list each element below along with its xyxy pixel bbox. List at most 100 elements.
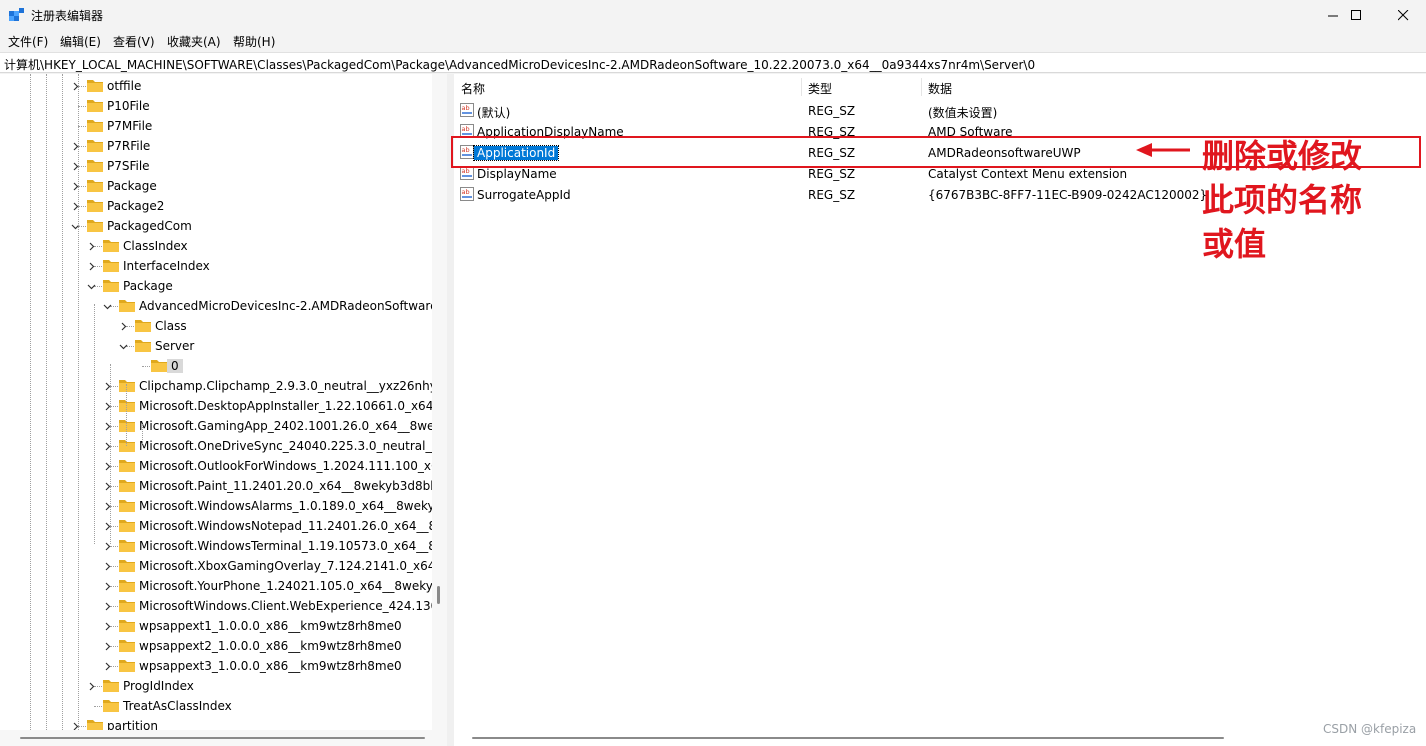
tree-item[interactable]: PackagedCom <box>71 216 447 236</box>
tree-item[interactable]: Class <box>121 316 447 336</box>
chevron-down-icon[interactable] <box>68 219 82 233</box>
menu-view[interactable]: 查看(V) <box>113 33 155 50</box>
chevron-right-icon[interactable] <box>68 179 82 193</box>
menu-favorites[interactable]: 收藏夹(A) <box>167 33 221 50</box>
chevron-right-icon[interactable] <box>68 79 82 93</box>
chevron-right-icon[interactable] <box>84 239 98 253</box>
tree-item-label: Microsoft.YourPhone_1.24021.105.0_x64__8… <box>139 579 447 593</box>
chevron-right-icon[interactable] <box>100 559 114 573</box>
chevron-right-icon[interactable] <box>100 539 114 553</box>
column-separator[interactable] <box>921 78 922 96</box>
tree-item[interactable]: Microsoft.WindowsAlarms_1.0.189.0_x64__8… <box>105 496 447 516</box>
close-icon <box>1397 9 1408 20</box>
tree-guide-line <box>30 74 31 746</box>
folder-icon <box>86 138 104 153</box>
svg-text:ab: ab <box>462 104 470 112</box>
tree-item[interactable]: Microsoft.DesktopAppInstaller_1.22.10661… <box>105 396 447 416</box>
tree-item-label: Package <box>123 279 173 293</box>
chevron-right-icon[interactable] <box>100 599 114 613</box>
chevron-right-icon[interactable] <box>116 319 130 333</box>
chevron-right-icon[interactable] <box>100 419 114 433</box>
chevron-right-icon[interactable] <box>100 579 114 593</box>
tree-item[interactable]: Microsoft.YourPhone_1.24021.105.0_x64__8… <box>105 576 447 596</box>
tree-guide-line <box>62 74 63 746</box>
tree-item[interactable]: TreatAsClassIndex <box>94 696 447 716</box>
chevron-right-icon[interactable] <box>100 459 114 473</box>
folder-icon <box>118 418 136 433</box>
tree-item[interactable]: Microsoft.OutlookForWindows_1.2024.111.1… <box>105 456 447 476</box>
tree-guide-line <box>46 74 47 746</box>
chevron-right-icon[interactable] <box>68 159 82 173</box>
list-horizontal-scroll-thumb[interactable] <box>472 737 1224 739</box>
chevron-right-icon[interactable] <box>100 379 114 393</box>
tree-item-label: otffile <box>107 79 142 93</box>
tree-item[interactable]: Package <box>73 176 447 196</box>
tree-item[interactable]: otffile <box>73 76 447 96</box>
tree-item-label: Microsoft.XboxGamingOverlay_7.124.2141.0… <box>139 559 447 573</box>
tree-item[interactable]: 0 <box>142 356 447 376</box>
pane-splitter[interactable] <box>447 74 454 746</box>
tree-item[interactable]: Microsoft.OneDriveSync_24040.225.3.0_neu… <box>105 436 447 456</box>
title-bar: 注册表编辑器 <box>0 0 1426 30</box>
tree-item[interactable]: Microsoft.GamingApp_2402.1001.26.0_x64__… <box>105 416 447 436</box>
tree-item[interactable]: P10File <box>78 96 447 116</box>
menu-help[interactable]: 帮助(H) <box>233 33 275 50</box>
tree-item[interactable]: MicrosoftWindows.Client.WebExperience_42… <box>105 596 447 616</box>
chevron-right-icon[interactable] <box>100 659 114 673</box>
tree-item-label: Microsoft.Paint_11.2401.20.0_x64__8wekyb… <box>139 479 447 493</box>
chevron-right-icon[interactable] <box>100 399 114 413</box>
chevron-right-icon[interactable] <box>68 199 82 213</box>
folder-icon <box>102 238 120 253</box>
tree-vertical-scroll-thumb[interactable] <box>437 586 440 604</box>
chevron-right-icon[interactable] <box>100 439 114 453</box>
tree-item[interactable]: ProgIdIndex <box>89 676 447 696</box>
chevron-right-icon[interactable] <box>100 519 114 533</box>
tree-item[interactable]: wpsappext1_1.0.0.0_x86__km9wtz8rh8me0 <box>105 616 447 636</box>
tree-item-label: Package <box>107 179 157 193</box>
tree-item[interactable]: Microsoft.WindowsTerminal_1.19.10573.0_x… <box>105 536 447 556</box>
tree-vertical-scrollbar[interactable] <box>432 74 447 730</box>
tree-item[interactable]: wpsappext3_1.0.0.0_x86__km9wtz8rh8me0 <box>105 656 447 676</box>
tree-item[interactable]: P7RFile <box>73 136 447 156</box>
tree-item[interactable]: AdvancedMicroDevicesInc-2.AMDRadeonSoftw… <box>103 296 447 316</box>
folder-icon <box>118 518 136 533</box>
key-tree[interactable]: otffile P10File P7MFile P7RFile P7SFile Packa… <box>0 74 447 746</box>
folder-icon <box>102 258 120 273</box>
tree-item[interactable]: wpsappext2_1.0.0.0_x86__km9wtz8rh8me0 <box>105 636 447 656</box>
chevron-right-icon[interactable] <box>100 479 114 493</box>
tree-item[interactable]: Package <box>87 276 447 296</box>
tree-item[interactable]: Server <box>119 336 447 356</box>
folder-icon <box>118 438 136 453</box>
menu-file[interactable]: 文件(F) <box>8 33 48 50</box>
chevron-right-icon[interactable] <box>100 639 114 653</box>
chevron-right-icon[interactable] <box>84 679 98 693</box>
chevron-right-icon[interactable] <box>68 139 82 153</box>
tree-item[interactable]: Microsoft.Paint_11.2401.20.0_x64__8wekyb… <box>105 476 447 496</box>
tree-item[interactable]: Microsoft.XboxGamingOverlay_7.124.2141.0… <box>105 556 447 576</box>
address-bar[interactable]: 计算机\HKEY_LOCAL_MACHINE\SOFTWARE\Classes\… <box>0 52 1426 73</box>
menu-edit[interactable]: 编辑(E) <box>60 33 101 50</box>
tree-item-label: AdvancedMicroDevicesInc-2.AMDRadeonSoftw… <box>139 299 438 313</box>
column-separator[interactable] <box>801 78 802 96</box>
tree-item[interactable]: Package2 <box>73 196 447 216</box>
tree-item[interactable]: InterfaceIndex <box>89 256 447 276</box>
close-button[interactable] <box>1380 0 1426 30</box>
value-row[interactable]: ab (默认) REG_SZ (数值未设置) <box>454 100 1426 121</box>
tree-horizontal-scroll-thumb[interactable] <box>20 737 425 739</box>
chevron-right-icon[interactable] <box>100 499 114 513</box>
tree-item[interactable]: P7SFile <box>73 156 447 176</box>
chevron-down-icon[interactable] <box>100 299 114 313</box>
tree-item[interactable]: Microsoft.WindowsNotepad_11.2401.26.0_x6… <box>105 516 447 536</box>
tree-item[interactable]: ClassIndex <box>89 236 447 256</box>
tree-item-label: wpsappext2_1.0.0.0_x86__km9wtz8rh8me0 <box>139 639 402 653</box>
maximize-button[interactable] <box>1333 0 1379 30</box>
chevron-down-icon[interactable] <box>116 339 130 353</box>
chevron-right-icon[interactable] <box>84 259 98 273</box>
address-path[interactable]: 计算机\HKEY_LOCAL_MACHINE\SOFTWARE\Classes\… <box>4 56 1035 73</box>
tree-item[interactable]: Clipchamp.Clipchamp_2.9.3.0_neutral__yxz… <box>105 376 447 396</box>
value-data: Catalyst Context Menu extension <box>928 167 1128 181</box>
folder-icon <box>86 78 104 93</box>
chevron-down-icon[interactable] <box>84 279 98 293</box>
tree-item[interactable]: P7MFile <box>78 116 447 136</box>
chevron-right-icon[interactable] <box>100 619 114 633</box>
